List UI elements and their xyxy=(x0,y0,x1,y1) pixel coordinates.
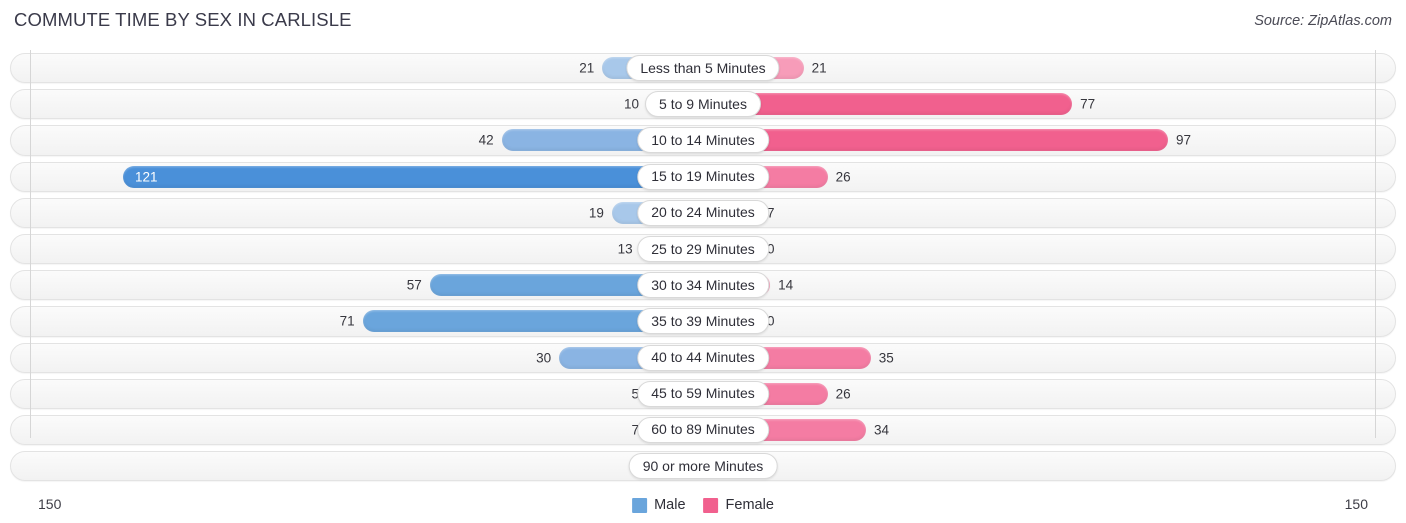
category-label: 90 or more Minutes xyxy=(628,453,778,480)
bar-value-female: 97 xyxy=(1175,132,1191,148)
category-label: 45 to 59 Minutes xyxy=(637,380,769,407)
bar-value-female: 26 xyxy=(835,169,851,185)
bar-row: 121 26 15 to 19 Minutes xyxy=(0,159,1406,195)
bar-row: 21 21 Less than 5 Minutes xyxy=(0,50,1406,86)
bar-row: 57 14 30 to 34 Minutes xyxy=(0,267,1406,303)
bar-row: 7 34 60 to 89 Minutes xyxy=(0,412,1406,448)
page-title: COMMUTE TIME BY SEX IN CARLISLE xyxy=(14,9,352,30)
legend-label-female: Female xyxy=(725,497,774,513)
bar-value-male: 71 xyxy=(339,313,355,329)
source-attribution: Source: ZipAtlas.com xyxy=(1254,13,1392,29)
bar-row: 5 26 45 to 59 Minutes xyxy=(0,376,1406,412)
plot-area: 21 21 Less than 5 Minutes 10 77 5 to 9 Minute… xyxy=(0,50,1406,482)
bar-row: 13 0 25 to 29 Minutes xyxy=(0,231,1406,267)
bar-row: 30 35 40 to 44 Minutes xyxy=(0,340,1406,376)
bar-value-male: 19 xyxy=(588,205,604,221)
bar-value-male: 21 xyxy=(579,60,595,76)
bar-value-female: 26 xyxy=(835,386,851,402)
bar-value-male: 10 xyxy=(623,96,639,112)
legend-item-female[interactable]: Female xyxy=(703,497,774,513)
bar-row: 42 97 10 to 14 Minutes xyxy=(0,122,1406,158)
bar-male[interactable] xyxy=(123,165,703,188)
bar-value-female: 34 xyxy=(873,422,889,438)
legend: Male Female xyxy=(632,497,774,513)
bar-female[interactable] xyxy=(703,129,1168,152)
bar-row: 19 7 20 to 24 Minutes xyxy=(0,195,1406,231)
category-label: 60 to 89 Minutes xyxy=(637,416,769,443)
bar-row: 0090 or more Minutes xyxy=(0,448,1406,484)
axis-label-right: 150 xyxy=(1344,496,1368,512)
legend-swatch-male-icon xyxy=(632,497,648,513)
category-label: 40 to 44 Minutes xyxy=(637,344,769,371)
chart-container: COMMUTE TIME BY SEX IN CARLISLE Source: … xyxy=(0,0,1406,523)
legend-item-male[interactable]: Male xyxy=(632,497,686,513)
category-label: Less than 5 Minutes xyxy=(626,55,780,82)
category-label: 5 to 9 Minutes xyxy=(645,91,761,118)
axis-label-left: 150 xyxy=(38,496,62,512)
bar-value-female: 77 xyxy=(1080,96,1096,112)
category-label: 30 to 34 Minutes xyxy=(637,272,769,299)
legend-swatch-female-icon xyxy=(703,497,719,513)
bar-value-female: 21 xyxy=(811,60,827,76)
bar-value-male: 13 xyxy=(617,241,633,257)
bar-row: 10 77 5 to 9 Minutes xyxy=(0,86,1406,122)
category-label: 15 to 19 Minutes xyxy=(637,163,769,190)
bar-value-female: 14 xyxy=(778,277,794,293)
bar-value-female: 35 xyxy=(878,350,894,366)
legend-label-male: Male xyxy=(654,497,686,513)
bar-value-male: 30 xyxy=(536,350,552,366)
category-label: 20 to 24 Minutes xyxy=(637,199,769,226)
bar-row: 71 0 35 to 39 Minutes xyxy=(0,303,1406,339)
bar-rows: 21 21 Less than 5 Minutes 10 77 5 to 9 Minute… xyxy=(0,50,1406,484)
bar-value-male: 42 xyxy=(478,132,494,148)
bar-value-male: 57 xyxy=(406,277,422,293)
category-label: 35 to 39 Minutes xyxy=(637,308,769,335)
category-label: 25 to 29 Minutes xyxy=(637,236,769,263)
bar-value-male: 121 xyxy=(135,169,158,185)
category-label: 10 to 14 Minutes xyxy=(637,127,769,154)
